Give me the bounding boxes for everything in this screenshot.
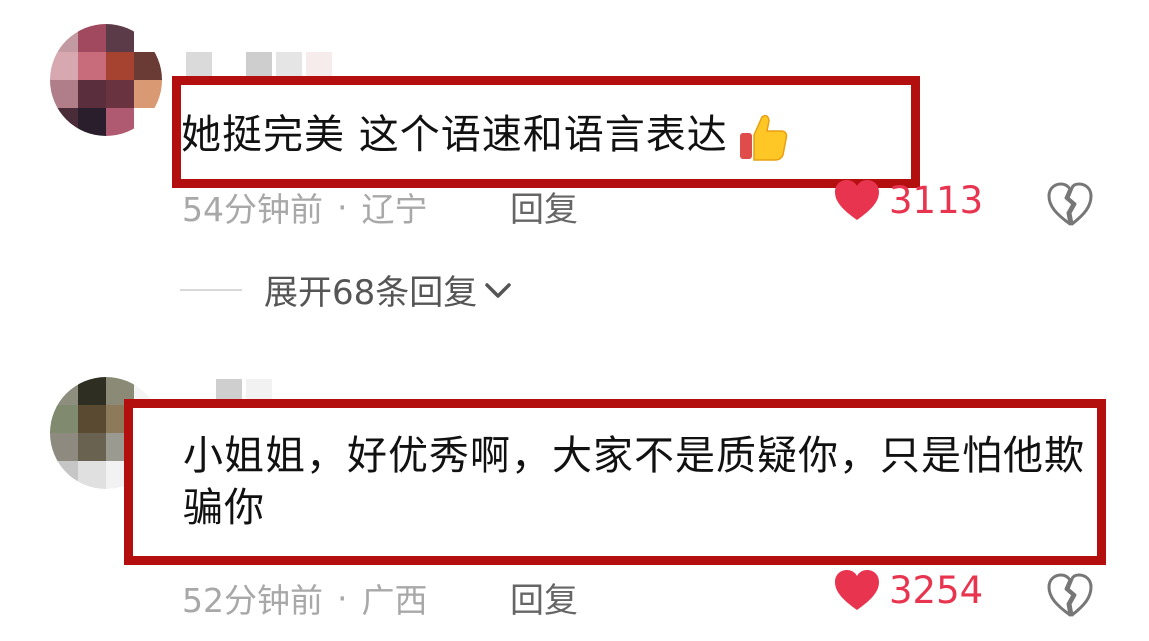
comment-location: 辽宁	[361, 190, 428, 229]
separator-dot: ·	[337, 578, 348, 618]
reply-button[interactable]: 回复	[510, 573, 578, 622]
comment-item: 她挺完美 这个语速和语言表达 54分钟前 · 辽宁 回复 3113 展开68条回…	[0, 0, 1149, 330]
separator-dot: ·	[337, 187, 348, 227]
comment-item: 小姐姐，好优秀啊，大家不是质疑你，只是怕他欺骗你 52分钟前 · 广西 回复 3…	[0, 365, 1149, 641]
comment-time: 52分钟前	[182, 581, 323, 620]
avatar[interactable]	[50, 24, 162, 136]
comment-time: 54分钟前	[182, 190, 323, 229]
thumbs-up-icon	[739, 114, 787, 161]
divider-line	[180, 288, 242, 291]
comment-highlight-box: 小姐姐，好优秀啊，大家不是质疑你，只是怕他欺骗你	[124, 399, 1106, 565]
like-button[interactable]: 3113	[833, 178, 983, 222]
broken-heart-icon[interactable]	[1046, 180, 1094, 228]
like-count: 3254	[889, 568, 984, 612]
reply-button[interactable]: 回复	[510, 182, 578, 231]
like-count: 3113	[889, 178, 984, 222]
like-button[interactable]: 3254	[833, 568, 983, 612]
comment-highlight-box: 她挺完美 这个语速和语言表达	[172, 76, 920, 188]
heart-icon	[835, 180, 879, 220]
expand-replies-button[interactable]: 展开68条回复	[180, 265, 513, 314]
chevron-down-icon	[485, 282, 512, 298]
heart-icon	[835, 570, 879, 610]
comment-meta: 54分钟前 · 辽宁	[182, 183, 428, 231]
comment-text: 她挺完美 这个语速和语言表达	[181, 109, 790, 163]
broken-heart-icon[interactable]	[1046, 571, 1094, 619]
comment-location: 广西	[361, 581, 428, 620]
comment-meta: 52分钟前 · 广西	[182, 574, 428, 622]
comment-text: 小姐姐，好优秀啊，大家不是质疑你，只是怕他欺骗你	[183, 433, 1085, 531]
expand-replies-label: 展开68条回复	[264, 273, 478, 313]
